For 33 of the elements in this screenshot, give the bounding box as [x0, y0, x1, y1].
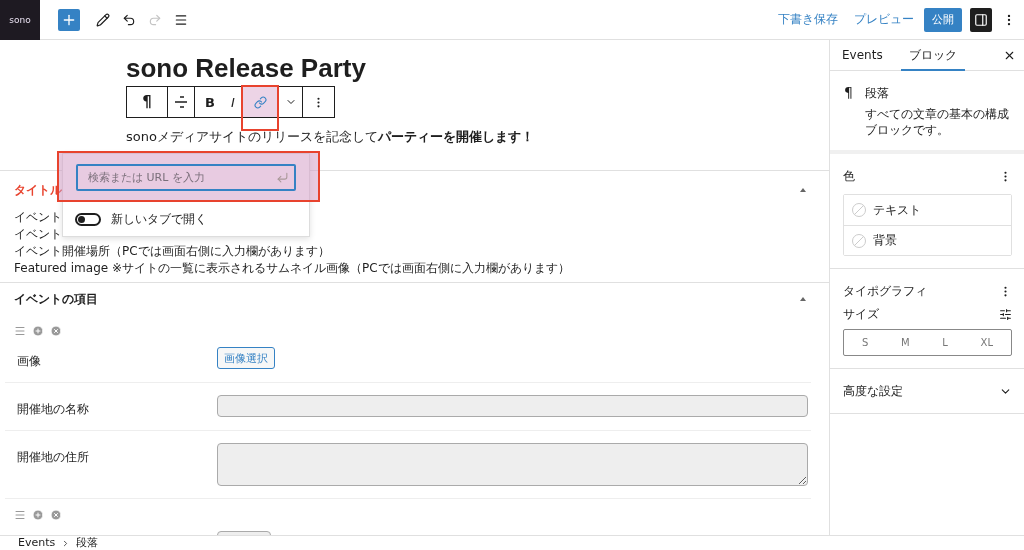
description-line: イベント開催場所（PCでは画面右側に入力欄があります）	[14, 243, 330, 260]
save-draft-link[interactable]: 下書き保存	[772, 11, 844, 28]
sidebar-tab[interactable]: Events	[834, 39, 891, 71]
box-title: イベントの項目	[14, 290, 98, 308]
site-logo[interactable]: sono	[0, 0, 40, 40]
section-title: タイポグラフィ	[843, 282, 927, 300]
sidebar-tab[interactable]: ブロック	[900, 39, 965, 71]
section-title: 色	[843, 167, 855, 185]
size-option[interactable]: L	[936, 335, 954, 350]
description-line: イベント	[14, 209, 62, 226]
size-option[interactable]: XL	[974, 335, 999, 350]
description-line: イベント	[14, 226, 62, 243]
color-item[interactable]: 背景	[844, 225, 1011, 255]
switch-label: 新しいタブで開く	[111, 211, 207, 228]
field-label: 画像	[17, 353, 42, 370]
field-label: 開催地の名称	[17, 401, 90, 418]
block-description: すべての文章の基本の構成ブロックです。	[864, 106, 1010, 138]
field-label: 開催地の住所	[17, 449, 90, 466]
breadcrumb-link[interactable]: Events	[18, 536, 56, 550]
url-search-field[interactable]: 検索または URL を入力	[76, 164, 296, 191]
select-image-button[interactable]: 画像選択	[217, 347, 275, 369]
publish-button[interactable]: 公開	[924, 7, 962, 32]
description-line: Featured image ※サイトの一覧に表示されるサムネイル画像（PCでは画面右側に入力欄があります）	[14, 260, 570, 277]
size-option[interactable]: M	[895, 335, 916, 350]
preview-link[interactable]: プレビュー	[848, 11, 920, 28]
block-name: 段落	[864, 85, 890, 102]
paragraph-text: sonoメディアサイトのリリースを記念してパーティーを開催します！	[126, 128, 535, 146]
post-title: sono Release Party	[126, 52, 367, 84]
size-option[interactable]: S	[856, 335, 875, 350]
breadcrumb-link[interactable]: 段落	[76, 536, 99, 550]
size-label: サイズ	[843, 306, 879, 323]
block-type-icon: ¶	[844, 85, 853, 138]
section-title: 高度な設定	[843, 382, 903, 400]
